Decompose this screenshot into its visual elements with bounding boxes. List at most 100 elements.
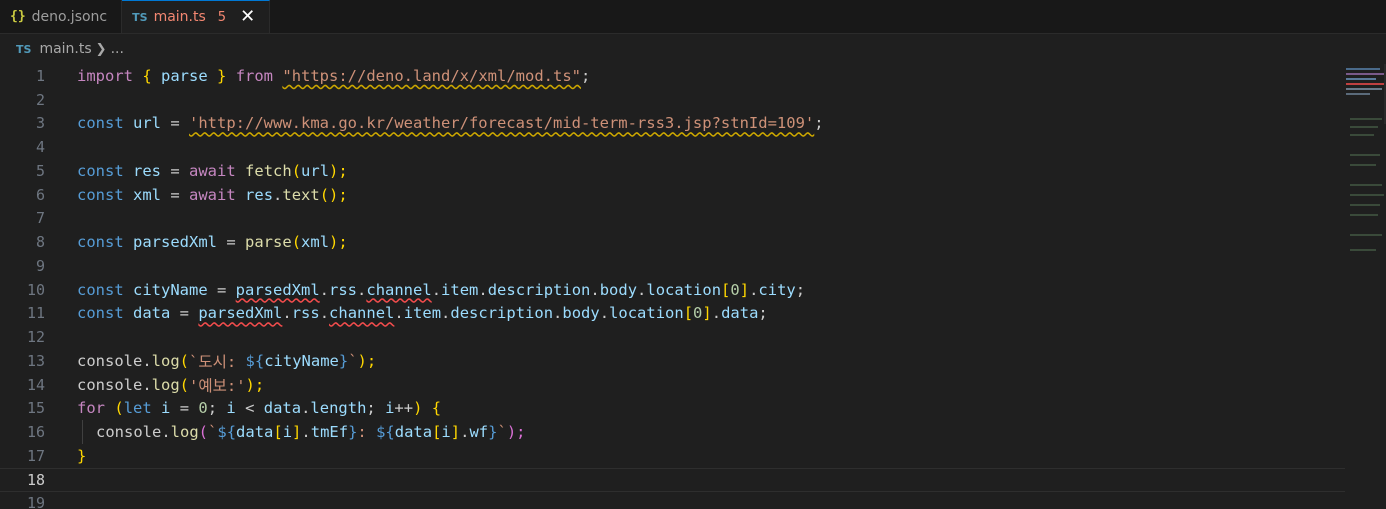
token: data (263, 399, 302, 418)
token: . (460, 423, 470, 442)
token: ( (198, 423, 209, 442)
line-number: 9 (35, 256, 45, 275)
code-line-7[interactable]: 7 (0, 207, 1345, 231)
token: } (77, 446, 87, 465)
token: = (217, 233, 246, 252)
line-number: 11 (26, 304, 45, 323)
token: . (553, 304, 563, 323)
minimap-line (1346, 78, 1376, 80)
code-line-10[interactable]: 10 const cityName = parsedXml. rss. channe… (0, 278, 1345, 302)
minimap-line (1346, 68, 1380, 70)
code-line-6[interactable]: 6 const xml = await res. text (); (0, 183, 1345, 207)
token: = (161, 114, 190, 133)
breadcrumb-file[interactable]: main.ts (39, 41, 91, 57)
token: url (133, 114, 162, 133)
code-line-14[interactable]: 14 console. log('예보:'); (0, 373, 1345, 397)
code-line-5[interactable]: 5 const res = await fetch(url); (0, 159, 1345, 183)
code-line-4[interactable]: 4 (0, 135, 1345, 159)
indent-guide (82, 420, 83, 444)
line-number: 14 (26, 375, 45, 394)
token: ] (292, 423, 302, 442)
token: ; (795, 280, 806, 299)
token: from (226, 66, 283, 85)
token: for (77, 399, 105, 418)
breadcrumb: TS main.ts ❯ ... (0, 34, 1386, 64)
code-line-3[interactable]: 3 const url = 'http://www.kma.go.kr/weat… (0, 112, 1345, 136)
token: . (431, 280, 442, 299)
minimap-line (1350, 134, 1374, 136)
typescript-file-icon: TS (16, 42, 32, 56)
line-number: 12 (26, 328, 45, 347)
token: . (441, 304, 451, 323)
token: } (338, 351, 349, 370)
code-line-12[interactable]: 12 (0, 325, 1345, 349)
code-line-1[interactable]: 1 import { parse } from "https://deno.la… (0, 64, 1345, 88)
tab-label: deno.jsonc (31, 8, 108, 25)
token: let (123, 399, 152, 418)
token: ( (179, 375, 190, 394)
token: { (431, 399, 442, 418)
code-line-16[interactable]: 16 console. log(` ${data[i]. tmEf}: ${data[… (0, 420, 1345, 444)
token: [ (683, 304, 694, 323)
token: { (142, 66, 152, 85)
token: . (161, 423, 171, 442)
token: location (646, 280, 722, 299)
token: (); (319, 185, 348, 204)
code-line-8[interactable]: 8 const parsedXml = parse(xml); (0, 230, 1345, 254)
token: wf (469, 423, 489, 442)
tab-deno-jsonc[interactable]: {} deno.jsonc (0, 0, 123, 33)
token: ] (702, 304, 712, 323)
token: const (77, 114, 124, 133)
minimap-line (1350, 184, 1382, 186)
token: item (441, 280, 479, 299)
token: item (403, 304, 442, 323)
token: . (142, 351, 152, 370)
minimap-line (1346, 93, 1370, 95)
minimap[interactable] (1346, 64, 1386, 509)
code-line-15[interactable]: 15 for (let i = 0; i < data. length; i ++)… (0, 397, 1345, 421)
line-number: 8 (35, 233, 45, 252)
problem-count-badge: 5 (217, 9, 227, 25)
code-line-17[interactable]: 17 } (0, 444, 1345, 468)
line-content: console. log('예보:'); (77, 374, 264, 396)
token: rss (329, 280, 358, 299)
tab-bar: {} deno.jsonc TS main.ts 5 ✕ (0, 0, 1386, 34)
token: [ (721, 280, 731, 299)
token: = (207, 280, 236, 299)
minimap-line (1350, 126, 1378, 128)
code-editor[interactable]: 1 import { parse } from "https://deno.la… (0, 64, 1386, 509)
code-line-13[interactable]: 13 console. log(`도시: ${cityName} `); (0, 349, 1345, 373)
code-line-18-current[interactable]: 18 (0, 467, 1345, 492)
line-content: const cityName = parsedXml. rss. channel. i… (77, 281, 805, 299)
code-line-11[interactable]: 11 const data = parsedXml. rss. channel. it… (0, 302, 1345, 326)
minimap-line (1350, 249, 1376, 251)
token: . (282, 304, 292, 323)
code-line-19[interactable]: 19 (0, 492, 1345, 509)
token: . (637, 280, 647, 299)
code-line-9[interactable]: 9 (0, 254, 1345, 278)
breadcrumb-symbols[interactable]: ... (111, 41, 124, 57)
token: ${ (217, 423, 237, 442)
token: . (749, 280, 759, 299)
token: < (235, 399, 264, 418)
line-content: import { parse } from "https://deno.land… (77, 67, 590, 85)
token: description (487, 280, 591, 299)
code-line-2[interactable]: 2 (0, 88, 1345, 112)
token: ( (291, 161, 302, 180)
tab-main-ts[interactable]: TS main.ts 5 ✕ (122, 0, 271, 33)
token: length (310, 399, 367, 418)
token: const (77, 161, 124, 180)
line-content: const res = await fetch(url); (77, 162, 348, 180)
token: ++ (394, 399, 414, 418)
token: ); (245, 375, 265, 394)
minimap-line (1350, 118, 1382, 120)
close-icon[interactable]: ✕ (240, 8, 255, 26)
line-content: } (77, 447, 86, 465)
token: . (273, 185, 283, 204)
line-content: const data = parsedXml. rss. channel. item.… (77, 304, 768, 322)
